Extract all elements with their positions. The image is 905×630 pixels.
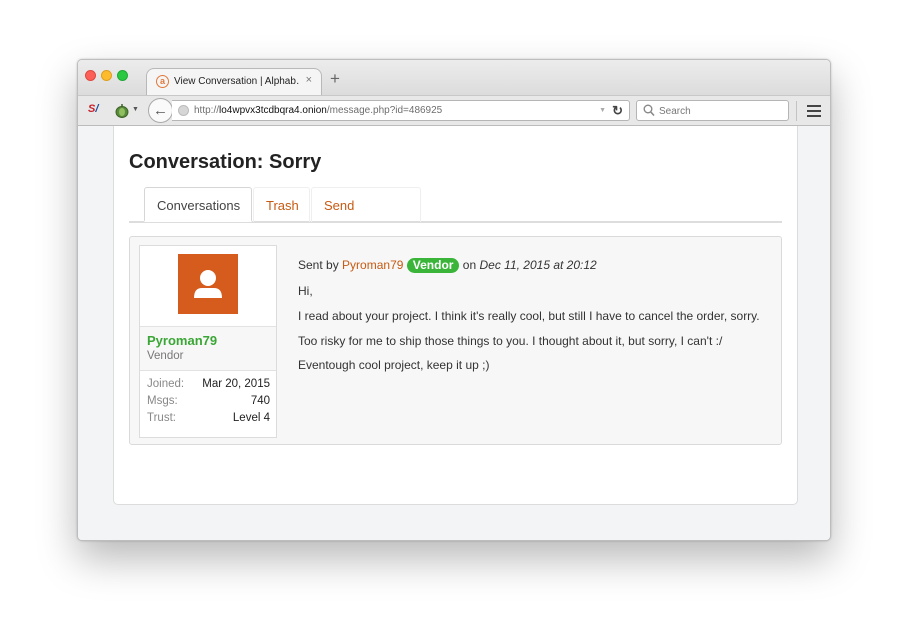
user-stats: Joined: Mar 20, 2015 Msgs: 740 Trust: Le…	[140, 378, 276, 429]
minimize-window-button[interactable]	[101, 70, 112, 81]
page-content: Conversation: Sorry Conversations Trash …	[78, 126, 830, 540]
tab-send-message[interactable]: Send message	[311, 187, 421, 248]
stat-row-trust: Trust: Level 4	[140, 412, 276, 429]
message-line: Too risky for me to ship those things to…	[298, 334, 723, 348]
vendor-badge: Vendor	[406, 258, 460, 273]
tab-conversations[interactable]: Conversations	[144, 187, 252, 222]
stat-label: Trust:	[147, 412, 176, 424]
message-line: Eventough cool project, keep it up ;)	[298, 358, 490, 372]
url-text[interactable]: http://lo4wpvx3tcdbqra4.onion/message.ph…	[194, 105, 442, 116]
new-tab-button[interactable]: +	[330, 69, 340, 89]
url-scheme: http://	[194, 105, 220, 116]
message-line: Hi,	[298, 284, 313, 298]
user-name-link[interactable]: Pyroman79	[147, 333, 217, 348]
url-host: lo4wpvx3tcdbqra4.onion	[219, 105, 327, 116]
toolbar-divider	[796, 101, 797, 121]
extension-s-icon[interactable]: S/	[88, 103, 103, 118]
tor-onion-icon[interactable]	[115, 103, 129, 118]
sender-link[interactable]: Pyroman79	[342, 258, 403, 272]
arrow-left-icon: ←	[153, 102, 168, 119]
stat-value: Level 4	[232, 412, 270, 424]
globe-icon	[178, 105, 189, 116]
search-placeholder: Search	[659, 106, 691, 117]
stat-label: Msgs:	[147, 395, 178, 407]
message-line: I read about your project. I think it's …	[298, 309, 760, 323]
navigation-toolbar: S/ ▼ ← http://lo4wpvx3tcdbqra4.onion/mes…	[78, 95, 830, 126]
reload-icon[interactable]: ↻	[612, 103, 623, 119]
alphabay-favicon-icon: a	[156, 75, 169, 88]
message-header: Sent by Pyroman79 Vendor on Dec 11, 2015…	[298, 258, 597, 273]
stat-row-joined: Joined: Mar 20, 2015	[140, 378, 276, 395]
back-button[interactable]: ←	[148, 98, 173, 123]
tab-close-icon[interactable]: ×	[306, 74, 312, 86]
stat-row-msgs: Msgs: 740	[140, 395, 276, 412]
stat-value: Mar 20, 2015	[202, 378, 270, 390]
conversation-panel: Conversation: Sorry Conversations Trash …	[113, 126, 798, 505]
message-box: Pyroman79 Vendor Joined: Mar 20, 2015 Ms…	[129, 236, 782, 445]
browser-window: a View Conversation | Alphab… × + S/ ▼ ←…	[77, 59, 831, 541]
url-path: /message.php?id=486925	[326, 105, 443, 116]
user-avatar-icon[interactable]	[178, 254, 238, 314]
tab-trash[interactable]: Trash	[253, 187, 310, 222]
stat-value: 740	[250, 395, 270, 407]
search-icon	[643, 104, 655, 117]
url-bar[interactable]: http://lo4wpvx3tcdbqra4.onion/message.ph…	[172, 100, 630, 121]
search-bar[interactable]: Search	[636, 100, 789, 121]
hamburger-menu-icon[interactable]	[807, 105, 821, 117]
avatar-container	[140, 246, 276, 327]
user-card: Pyroman79 Vendor Joined: Mar 20, 2015 Ms…	[139, 245, 277, 438]
tab-bar: a View Conversation | Alphab… × +	[78, 60, 830, 96]
sent-by-label: Sent by	[298, 258, 339, 272]
page-title: Conversation: Sorry	[129, 151, 322, 173]
on-label: on	[462, 258, 477, 272]
url-dropdown-icon[interactable]: ▼	[599, 107, 606, 114]
close-window-button[interactable]	[85, 70, 96, 81]
tab-title: View Conversation | Alphab…	[174, 76, 300, 87]
user-name-block: Pyroman79 Vendor	[140, 327, 276, 371]
user-role: Vendor	[147, 350, 184, 362]
message-date: Dec 11, 2015 at 20:12	[479, 258, 597, 272]
stat-label: Joined:	[147, 378, 185, 390]
browser-tab[interactable]: a View Conversation | Alphab… ×	[146, 68, 322, 96]
zoom-window-button[interactable]	[117, 70, 128, 81]
chevron-down-icon[interactable]: ▼	[132, 106, 139, 113]
